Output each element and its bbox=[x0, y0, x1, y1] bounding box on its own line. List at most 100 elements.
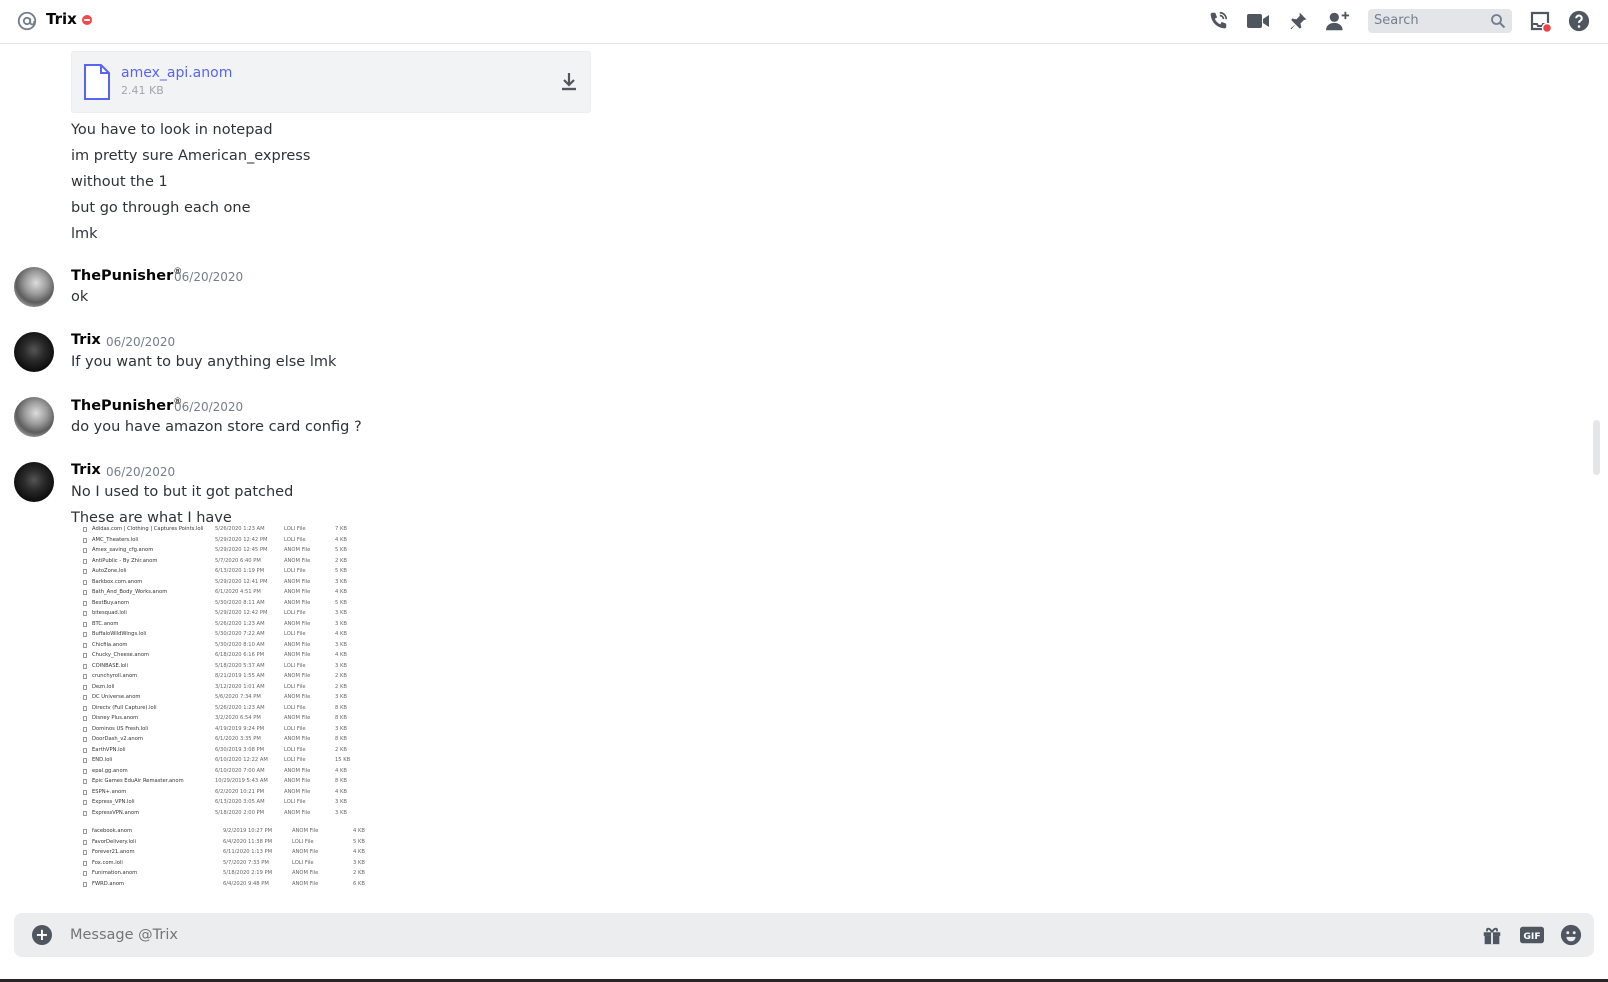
emoji-icon[interactable] bbox=[1559, 923, 1583, 947]
file-listing-size: 4 KB bbox=[335, 767, 347, 774]
file-listing-image[interactable]: Adidas.com | Clothing | Captures Points.… bbox=[83, 524, 383, 910]
attachment-filename-link[interactable]: amex_api.anom bbox=[121, 65, 232, 81]
avatar[interactable] bbox=[14, 267, 54, 307]
message-line: If you want to buy anything else lmk bbox=[71, 354, 337, 370]
file-listing-date: 5/29/2020 12:42 PM bbox=[215, 536, 268, 543]
file-listing-row: Chicfila.anom 5/30/2020 8:10 AM ANOM File 3… bbox=[83, 640, 383, 651]
file-listing-name: BuffaloWildWings.loli bbox=[92, 631, 147, 637]
file-icon bbox=[84, 64, 110, 100]
file-listing-name: FavorDelivery.loli bbox=[92, 838, 136, 845]
file-listing-name: Fox.com.loli bbox=[92, 859, 123, 866]
file-listing-row: BestBuy.anom 5/30/2020 8:11 AM ANOM File 5 … bbox=[83, 598, 383, 609]
file-listing-size: 2 KB bbox=[335, 557, 347, 564]
file-listing-date: 6/4/2020 9:48 PM bbox=[223, 880, 269, 887]
file-listing-date: 6/4/2020 11:38 PM bbox=[223, 838, 273, 845]
file-icon bbox=[83, 527, 87, 532]
file-listing-date: 6/13/2020 1:19 PM bbox=[215, 568, 265, 574]
file-listing-size: 3 KB bbox=[353, 859, 365, 866]
file-listing-row: Disney Plus.anom 3/2/2020 6:54 PM ANOM Fil… bbox=[83, 713, 383, 724]
file-listing-row: epal.gg.anom 6/10/2020 7:00 AM ANOM File 4 … bbox=[83, 766, 383, 777]
file-listing-type: LOLI File bbox=[284, 631, 306, 637]
file-listing-date: 6/30/2019 3:08 PM bbox=[215, 746, 265, 753]
video-call-icon[interactable] bbox=[1246, 9, 1270, 33]
file-icon bbox=[83, 705, 87, 711]
file-listing-name: END.loli bbox=[92, 757, 113, 763]
file-listing-date: 5/18/2020 2:19 PM bbox=[223, 870, 273, 876]
pin-icon[interactable] bbox=[1286, 9, 1310, 33]
file-listing-type: LOLI File bbox=[284, 704, 306, 711]
file-listing-type: ANOM File bbox=[284, 547, 311, 553]
search-input[interactable]: Search bbox=[1368, 9, 1512, 33]
file-listing-size: 7 KB bbox=[335, 526, 347, 532]
add-attachment-icon[interactable]: + bbox=[32, 925, 52, 945]
file-listing-date: 5/26/2020 1:23 AM bbox=[215, 526, 265, 532]
file-listing-type: ANOM File bbox=[284, 694, 311, 700]
voice-call-icon[interactable] bbox=[1206, 9, 1230, 33]
message-list[interactable]: amex_api.anom 2.41 KB You have to look i… bbox=[0, 45, 1592, 910]
file-listing-row: Fox.com.loli 5/7/2020 7:33 PM LOLI File 3 K… bbox=[83, 858, 383, 869]
file-listing-type: ANOM File bbox=[292, 880, 319, 887]
file-listing-date: 6/13/2020 3:05 AM bbox=[215, 799, 265, 805]
gif-icon[interactable]: GIF bbox=[1520, 923, 1544, 947]
file-listing-size: 6 KB bbox=[353, 880, 365, 887]
file-listing-date: 6/1/2020 3:35 PM bbox=[215, 736, 261, 742]
file-listing-size: 3 KB bbox=[335, 694, 347, 700]
file-listing-type: LOLI File bbox=[284, 662, 306, 669]
avatar[interactable] bbox=[14, 332, 54, 372]
message-author[interactable]: ThePunisher® bbox=[71, 397, 182, 414]
file-icon bbox=[83, 611, 87, 616]
file-listing-date: 6/1/2020 4:51 PM bbox=[215, 589, 261, 595]
file-attachment: amex_api.anom 2.41 KB bbox=[71, 51, 591, 113]
channel-header: Trix Search bbox=[0, 0, 1608, 44]
message-author[interactable]: Trix bbox=[71, 462, 101, 478]
file-listing-row: Bath_And_Body_Works.anom 6/1/2020 4:51 PM… bbox=[83, 587, 383, 598]
file-listing-row: Epic Games EduAir Remaster.anom 10/29/201… bbox=[83, 776, 383, 787]
file-listing-type: ANOM File bbox=[284, 589, 311, 595]
file-listing-name: Adidas.com | Clothing | Captures Points.… bbox=[92, 526, 204, 532]
message-author[interactable]: ThePunisher® bbox=[71, 267, 182, 284]
gift-icon[interactable] bbox=[1480, 923, 1504, 947]
file-listing-date: 3/2/2020 6:54 PM bbox=[215, 715, 261, 721]
download-icon[interactable] bbox=[560, 72, 578, 92]
file-listing-name: DoorDash_v2.anom bbox=[92, 736, 143, 742]
scrollbar-thumb[interactable] bbox=[1593, 420, 1600, 475]
file-listing-date: 5/26/2020 1:23 AM bbox=[215, 620, 265, 627]
file-icon bbox=[83, 768, 87, 774]
message-line: without the 1 bbox=[71, 174, 168, 190]
file-listing-name: Express_VPN.loli bbox=[92, 799, 135, 805]
file-listing-row: AntiPublic - By Zhir.anom 5/7/2020 6:40 P… bbox=[83, 556, 383, 567]
file-listing-type: ANOM File bbox=[284, 715, 311, 721]
avatar[interactable] bbox=[14, 397, 54, 437]
file-listing-row: Dominos US Fresh.loli 4/19/2019 9:24 PM LO… bbox=[83, 724, 383, 735]
file-listing-name: EarthVPN.loli bbox=[92, 746, 126, 753]
message-line: im pretty sure American_express bbox=[71, 148, 311, 164]
file-listing-size: 3 KB bbox=[335, 620, 347, 627]
file-listing-row: FavorDelivery.loli 6/4/2020 11:38 PM LOLI … bbox=[83, 837, 383, 848]
file-listing-gap bbox=[83, 818, 383, 826]
file-listing-name: Chucky_Cheese.anom bbox=[92, 652, 150, 658]
file-listing-type: ANOM File bbox=[284, 578, 311, 585]
file-icon bbox=[83, 695, 87, 700]
file-listing-type: LOLI File bbox=[284, 757, 306, 763]
file-icon bbox=[83, 548, 87, 553]
file-listing-date: 5/29/2020 12:42 PM bbox=[215, 610, 268, 616]
file-listing-size: 15 KB bbox=[335, 757, 351, 763]
file-listing-row: COINBASE.loli 5/18/2020 5:37 AM LOLI File 3… bbox=[83, 661, 383, 672]
file-listing-row: Express_VPN.loli 6/13/2020 3:05 AM LOLI Fi… bbox=[83, 797, 383, 808]
file-icon bbox=[83, 881, 87, 887]
file-listing-row: Funimation.anom 5/18/2020 2:19 PM ANOM Fil… bbox=[83, 868, 383, 879]
file-listing-name: facebook.anom bbox=[92, 828, 133, 834]
file-listing-type: ANOM File bbox=[284, 778, 311, 784]
add-friend-icon[interactable] bbox=[1326, 9, 1350, 33]
avatar[interactable] bbox=[14, 462, 54, 502]
file-listing-name: Forever21.anom bbox=[92, 849, 135, 855]
file-listing-row: Dezn.loli 3/12/2020 1:01 AM LOLI File 2 KB bbox=[83, 682, 383, 693]
file-icon bbox=[83, 600, 87, 606]
file-listing-date: 10/29/2019 5:43 AM bbox=[215, 778, 268, 784]
file-listing-name: Disney Plus.anom bbox=[92, 715, 139, 721]
help-icon[interactable] bbox=[1567, 9, 1591, 33]
message-author[interactable]: Trix bbox=[71, 332, 101, 348]
file-listing-type: LOLI File bbox=[292, 859, 314, 866]
message-input[interactable] bbox=[70, 913, 1370, 957]
inbox-icon[interactable] bbox=[1528, 9, 1552, 33]
